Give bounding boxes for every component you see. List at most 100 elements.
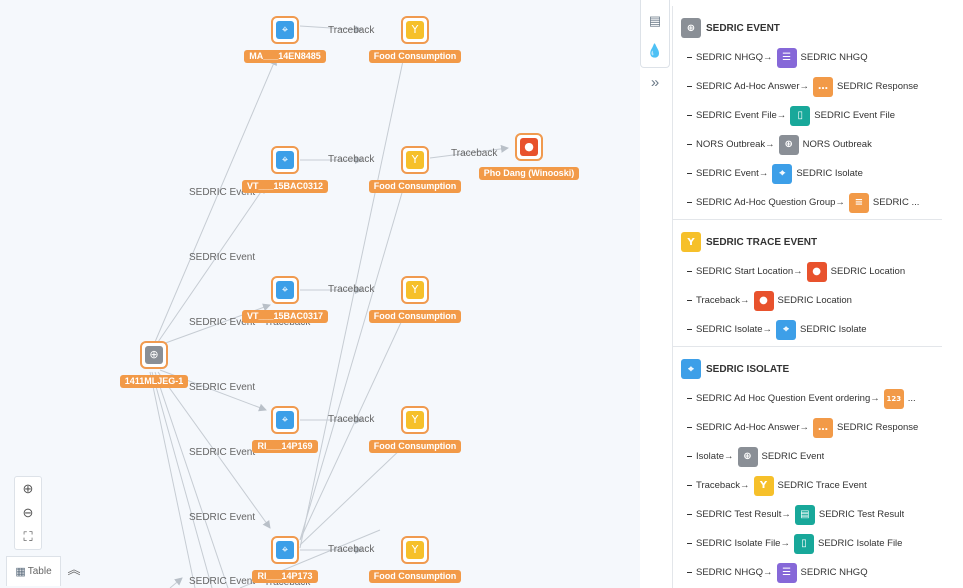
fit-view-button[interactable]: ⛶ (15, 525, 41, 549)
legend-relation[interactable]: SEDRIC Start Location → ● SEDRIC Location (681, 257, 934, 286)
edge (299, 185, 405, 541)
legend-relation[interactable]: SEDRIC Event File → ▯ SEDRIC Event File (681, 101, 934, 130)
node-label: Food Consumption (368, 310, 462, 323)
node-label: RI___14P169 (252, 440, 318, 453)
relation-target: SEDRIC Response (836, 422, 919, 433)
crosshair-icon: ⌖ (772, 163, 793, 184)
legend-relation[interactable]: SEDRIC NHGQ → ☰ SEDRIC NHGQ (681, 43, 934, 72)
file-icon: ▯ (790, 105, 811, 126)
legend-relation[interactable]: SEDRIC Test Result → ▤ SEDRIC Test Result (681, 500, 934, 529)
legend-relation[interactable]: Traceback → Y SEDRIC Trace Event (681, 471, 934, 500)
checklist-icon: ☰ (776, 47, 797, 68)
chevron-double-right-icon: » (650, 74, 660, 91)
legend-section: ⊕ SEDRIC EVENT SEDRIC NHGQ → ☰ SEDRIC NHGQ SED… (673, 6, 942, 220)
fork-icon: Y (406, 21, 424, 39)
legend-relation[interactable]: SEDRIC Ad-Hoc Answer →… SEDRIC Response (681, 413, 934, 442)
graph-node-trace-event[interactable]: Y Food Consumption (355, 276, 475, 324)
relation-target: SEDRIC Isolate (800, 324, 867, 335)
legend-color-button[interactable]: 💧 (644, 40, 666, 62)
fork-icon: Y (406, 281, 424, 299)
legend-relation[interactable]: SEDRIC Ad-Hoc Answer →… SEDRIC Response (681, 72, 934, 101)
graph-node-isolate[interactable]: ⌖ RI___14P173 (225, 536, 345, 584)
graph-node-isolate[interactable]: ⌖ RI___14P169 (225, 406, 345, 454)
number-icon: 123 (883, 388, 904, 409)
graph-canvas[interactable]: Traceback Traceback Traceback Traceback … (0, 0, 640, 588)
relation-name: SEDRIC Isolate (696, 324, 763, 335)
relation-target: SEDRIC NHGQ (800, 567, 868, 578)
relation-name: SEDRIC Test Result (696, 509, 782, 520)
graph-node-trace-event[interactable]: Y Food Consumption (355, 406, 475, 454)
table-toggle-button[interactable]: ▦ Table (6, 556, 61, 586)
relation-name: SEDRIC NHGQ (696, 52, 764, 63)
relation-target: SEDRIC Response (836, 81, 919, 92)
crosshair-icon: ⌖ (276, 281, 294, 299)
relation-name: SEDRIC Isolate File (696, 538, 781, 549)
collapse-panel-button[interactable]: » (646, 74, 664, 92)
dash-icon (687, 56, 692, 59)
relation-name: SEDRIC NHGQ (696, 567, 764, 578)
legend-section-header: Y SEDRIC TRACE EVENT (681, 230, 934, 254)
file-icon: ▯ (793, 533, 814, 554)
graph-node-location[interactable]: ● Pho Dang (Winooski) (469, 133, 589, 181)
edge (169, 577, 183, 588)
expand-panel-button[interactable]: ︽ (64, 560, 84, 580)
legend-section-title: SEDRIC ISOLATE (706, 363, 790, 375)
fork-icon: Y (406, 151, 424, 169)
legend-relation[interactable]: SEDRIC Ad-Hoc Question Group → ≡ SEDRIC ... (681, 188, 934, 217)
edge (154, 371, 229, 588)
chevron-double-up-icon: ︽ (67, 562, 81, 577)
graph-node-isolate[interactable]: ⌖ MA___14EN8485 (225, 16, 345, 64)
relation-name: SEDRIC Ad-Hoc Answer (696, 81, 800, 92)
relation-name: NORS Outbreak (696, 139, 766, 150)
graph-node-trace-event[interactable]: Y Food Consumption (355, 536, 475, 584)
node-label: 1411MLJEG-1 (119, 375, 189, 388)
relation-name: Traceback (696, 295, 740, 306)
legend-relation[interactable]: SEDRIC Ad Hoc Question Event ordering → 12… (681, 384, 934, 413)
dash-icon (687, 172, 692, 175)
zoom-out-button[interactable]: ⊖ (15, 501, 41, 525)
crosshair-icon: ⌖ (276, 21, 294, 39)
legend-relation[interactable]: Isolate → ⊕ SEDRIC Event (681, 442, 934, 471)
chat-icon: … (812, 76, 833, 97)
relation-target: SEDRIC Test Result (818, 509, 905, 520)
zoom-controls: ⊕ ⊖ ⛶ (14, 476, 42, 550)
graph-node-event[interactable]: ⊕ 1411MLJEG-1 (94, 341, 214, 389)
graph-node-trace-event[interactable]: Y Food Consumption (355, 16, 475, 64)
relation-target: SEDRIC Isolate (796, 168, 863, 179)
dash-icon (687, 299, 692, 302)
relation-name: SEDRIC Ad-Hoc Question Group (696, 197, 836, 208)
dash-icon (687, 201, 692, 204)
dash-icon (687, 328, 692, 331)
table-icon: ▦ (15, 566, 26, 578)
node-label: Food Consumption (368, 570, 462, 583)
relation-target: SEDRIC Location (777, 295, 852, 306)
legend-relation[interactable]: SEDRIC Isolate → ⌖ SEDRIC Isolate (681, 315, 934, 344)
location-pin-icon: ● (753, 290, 774, 311)
legend-relation[interactable]: NORS Outbreak → ⊕ NORS Outbreak (681, 130, 934, 159)
relation-name: SEDRIC Event File (696, 110, 777, 121)
arrow-right-icon: → (724, 451, 734, 462)
node-label: Food Consumption (368, 440, 462, 453)
details-button[interactable]: ▤ (644, 10, 666, 32)
edge (151, 371, 213, 588)
edge-label: SEDRIC Event (189, 252, 256, 263)
relation-target: SEDRIC Trace Event (777, 480, 867, 491)
dash-icon (687, 426, 692, 429)
graph-node-isolate[interactable]: ⌖ VT___15BAC0317 (225, 276, 345, 324)
side-toolbar: ▤ 💧 (640, 0, 670, 68)
details-icon: ▤ (648, 13, 662, 28)
graph-node-trace-event[interactable]: Y Food Consumption (355, 146, 475, 194)
legend-relation[interactable]: Traceback → ● SEDRIC Location (681, 286, 934, 315)
legend-relation[interactable]: SEDRIC Isolate File → ▯ SEDRIC Isolate File (681, 529, 934, 558)
node-label: Pho Dang (Winooski) (478, 167, 580, 180)
arrow-right-icon: → (799, 422, 809, 433)
table-label: Table (27, 566, 52, 577)
legend-relation[interactable]: SEDRIC NHGQ → ☰ SEDRIC NHGQ (681, 558, 934, 587)
dash-icon (687, 513, 692, 516)
zoom-in-button[interactable]: ⊕ (15, 477, 41, 501)
location-pin-icon: ● (806, 261, 827, 282)
checklist-icon: ☰ (776, 562, 797, 583)
node-label: MA___14EN8485 (244, 50, 326, 63)
legend-relation[interactable]: SEDRIC Event → ⌖ SEDRIC Isolate (681, 159, 934, 188)
graph-node-isolate[interactable]: ⌖ VT___15BAC0312 (225, 146, 345, 194)
